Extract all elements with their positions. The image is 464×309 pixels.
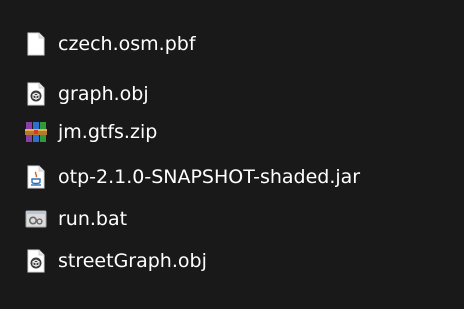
file-item-otp-jar[interactable]: otp-2.1.0-SNAPSHOT-shaded.jar (24, 163, 360, 191)
file-name: streetGraph.obj (58, 250, 207, 272)
file-name: graph.obj (58, 83, 149, 105)
batch-file-icon (24, 207, 48, 231)
file-item-streetgraph-obj[interactable]: streetGraph.obj (24, 247, 207, 275)
obj-file-icon (24, 82, 48, 106)
file-item-run-bat[interactable]: run.bat (24, 205, 127, 233)
file-name: run.bat (58, 208, 128, 230)
file-item-czech-osm-pbf[interactable]: czech.osm.pbf (24, 30, 196, 58)
obj-file-icon (24, 249, 48, 273)
file-item-jm-gtfs-zip[interactable]: jm.gtfs.zip (24, 118, 157, 146)
file-name: jm.gtfs.zip (58, 121, 158, 143)
file-item-graph-obj[interactable]: graph.obj (24, 80, 149, 108)
file-name: otp-2.1.0-SNAPSHOT-shaded.jar (58, 166, 361, 188)
java-jar-icon (24, 165, 48, 189)
blank-file-icon (24, 32, 48, 56)
winrar-archive-icon (24, 120, 48, 144)
file-list: czech.osm.pbf graph.obj jm.gtfs.zip otp-… (0, 0, 464, 309)
file-name: czech.osm.pbf (58, 33, 196, 55)
